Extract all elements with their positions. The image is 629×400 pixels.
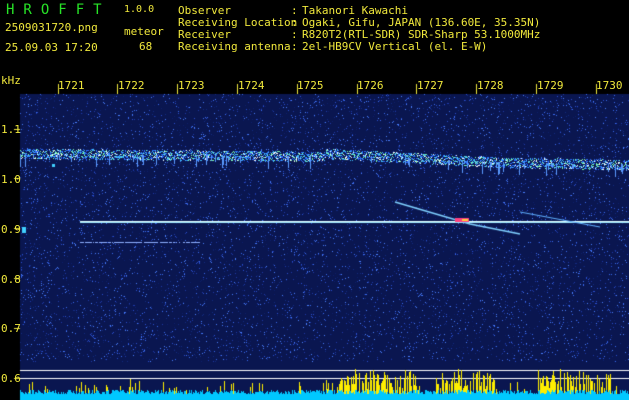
image-filename: 2509031720.png (5, 21, 98, 34)
meteor-label: meteor (124, 25, 164, 38)
spectrogram-canvas (0, 72, 629, 400)
y-tick-label: 0.6 (1, 372, 21, 385)
x-tick-label: 1729 (537, 79, 564, 92)
x-tick-label: 1727 (417, 79, 444, 92)
antenna-value: 2el-HB9CV Vertical (el. E-W) (302, 40, 488, 53)
y-tick-label: 1.0 (1, 173, 21, 186)
app-brand: HROFFT (6, 2, 111, 18)
x-tick-label: 1726 (357, 79, 384, 92)
y-tick-label: 0.8 (1, 273, 21, 286)
app-version: 1.0.0 (124, 4, 155, 15)
image-datetime: 25.09.03 17:20 (5, 41, 98, 54)
antenna-label: Receiving antenna (178, 40, 291, 53)
meteor-count: 68 (139, 40, 153, 53)
x-tick-label: 1724 (238, 79, 265, 92)
y-tick-label: 0.7 (1, 322, 21, 335)
x-tick-label: 1725 (297, 79, 324, 92)
x-tick-label: 1728 (477, 79, 504, 92)
antenna-colon: : (291, 40, 298, 53)
y-axis-unit: kHz (1, 74, 21, 87)
x-tick-label: 1721 (58, 79, 85, 92)
x-tick-label: 1722 (118, 79, 145, 92)
x-tick-label: 1723 (178, 79, 205, 92)
x-tick-label: 1730 (596, 79, 623, 92)
y-tick-label: 1.1 (1, 123, 21, 136)
hrofft-window: HROFFT 1.0.0 2509031720.png 25.09.03 17:… (0, 0, 629, 400)
y-tick-label: 0.9 (1, 223, 21, 236)
